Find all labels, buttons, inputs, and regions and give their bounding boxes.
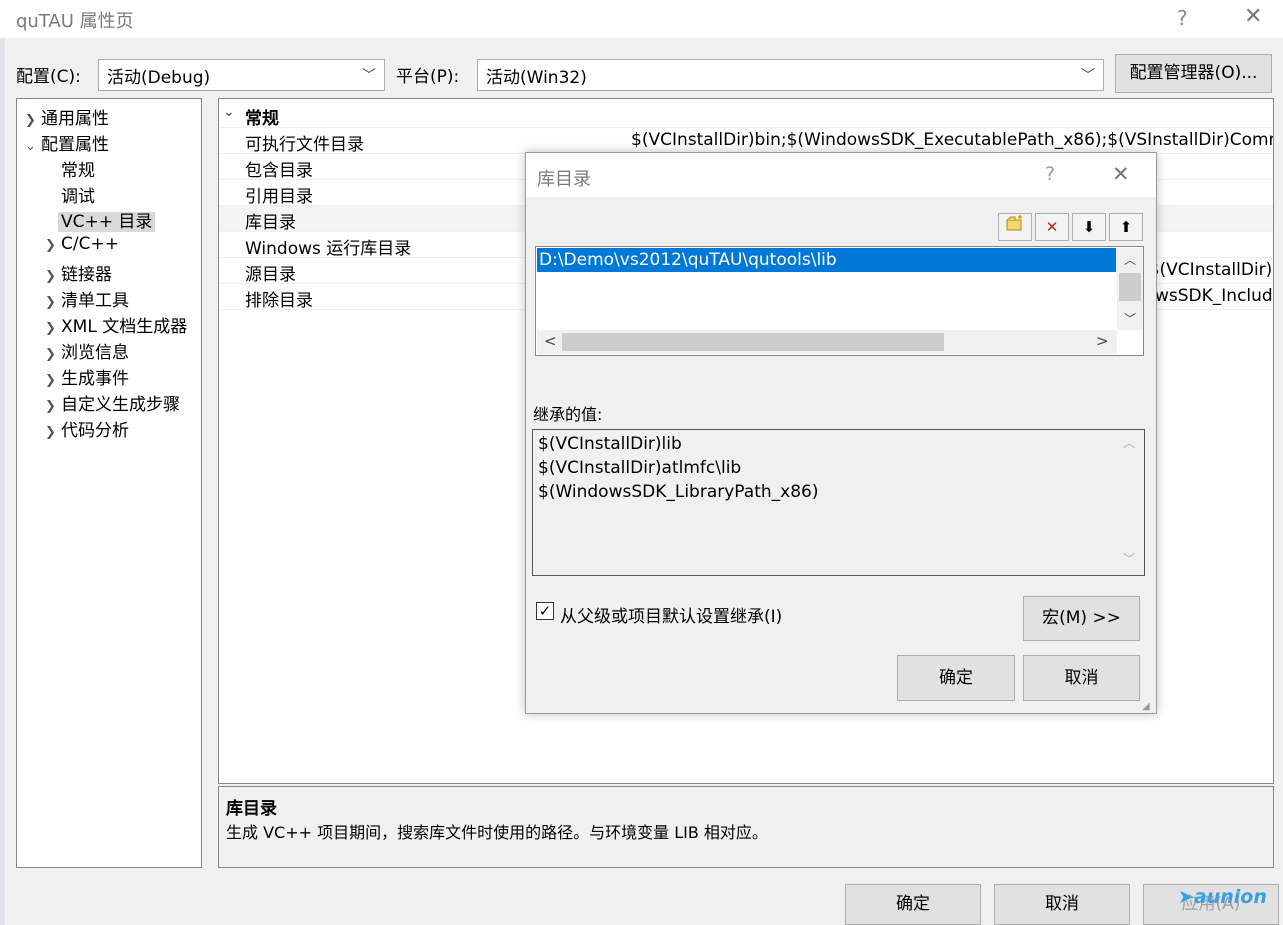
paper-plane-icon: ➤ [1178, 886, 1194, 908]
new-folder-icon [1006, 215, 1022, 231]
prop-reference-dirs[interactable]: 引用目录 [245, 182, 313, 207]
inherited-value: $(WindowsSDK_LibraryPath_x86) [538, 482, 819, 502]
tree-item-c-cpp[interactable]: ❯ C/C++ [45, 234, 119, 254]
scrollbar-thumb[interactable] [1119, 273, 1141, 301]
cancel-button[interactable]: 取消 [994, 884, 1130, 925]
prop-executable-dirs[interactable]: 可执行文件目录 [245, 130, 364, 155]
chevron-down-icon: ⌄ [223, 104, 235, 120]
inherited-label: 继承的值: [533, 405, 603, 424]
vertical-scrollbar[interactable]: ︿ ﹀ [1117, 248, 1143, 330]
arrow-up-icon: ⬆ [1119, 218, 1133, 236]
tree-item-general[interactable]: 常规 [61, 156, 95, 181]
delete-icon: ✕ [1045, 218, 1059, 236]
inherit-checkbox[interactable]: ✓ [536, 602, 554, 620]
chevron-right-icon: ❯ [45, 425, 56, 440]
description-title: 库目录 [226, 799, 277, 819]
delete-button[interactable]: ✕ [1035, 213, 1069, 241]
platform-select[interactable]: 活动(Win32) ﹀ [477, 59, 1104, 91]
dialog-title-bar [526, 153, 1156, 197]
directory-list[interactable]: D:\Demo\vs2012\quTAU\qutools\lib ︿ ﹀ < > [535, 246, 1144, 356]
description-text: 生成 VC++ 项目期间，搜索库文件时使用的路径。与环境变量 LIB 相对应。 [226, 823, 768, 842]
scrollbar-thumb[interactable] [562, 333, 944, 351]
ok-button[interactable]: 确定 [845, 884, 981, 925]
chevron-right-icon: ❯ [45, 295, 56, 310]
horizontal-scrollbar[interactable]: < > [537, 330, 1117, 354]
chevron-right-icon: ❯ [45, 399, 56, 414]
macro-button[interactable]: 宏(M) >> [1023, 596, 1140, 641]
move-down-button[interactable]: ⬇ [1072, 213, 1106, 241]
tree-item-manifest-tool[interactable]: ❯ 清单工具 [45, 286, 129, 311]
category-tree[interactable]: ❯ 通用属性 ⌄ 配置属性 常规 调试 VC++ 目录 ❯ C/C++ ❯ 链接器 ❯ 清… [16, 98, 202, 868]
tree-item-config-props[interactable]: ⌄ 配置属性 [25, 130, 109, 155]
dialog-cancel-button[interactable]: 取消 [1023, 655, 1140, 701]
arrow-down-icon: ⬇ [1082, 218, 1096, 236]
library-dirs-dialog: 库目录 ? ✕ ✕ ⬇ ⬆ D:\Demo\vs2012\quTAU\qutoo… [525, 152, 1157, 714]
inherited-value: $(VCInstallDir)atlmfc\lib [538, 458, 742, 478]
new-line-button[interactable] [998, 213, 1032, 241]
divider [219, 127, 1273, 128]
platform-label: 平台(P): [396, 67, 460, 87]
chevron-left-icon[interactable]: < [544, 332, 557, 350]
tree-item-debugging[interactable]: 调试 [61, 182, 95, 207]
platform-select-value: 活动(Win32) [486, 68, 587, 88]
dialog-title: 库目录 [537, 169, 591, 190]
section-header: 常规 [245, 109, 279, 129]
tree-item-linker[interactable]: ❯ 链接器 [45, 260, 112, 285]
chevron-down-icon: ⌄ [25, 139, 36, 154]
prop-source-dirs[interactable]: 源目录 [245, 260, 296, 285]
config-select[interactable]: 活动(Debug) ﹀ [98, 59, 385, 91]
dialog-ok-button[interactable]: 确定 [897, 655, 1015, 701]
tree-item-vc-directories[interactable]: VC++ 目录 [58, 207, 156, 232]
inherited-values-box: $(VCInstallDir)lib $(VCInstallDir)atlmfc… [532, 429, 1145, 576]
chevron-right-icon: ❯ [25, 113, 36, 128]
close-button[interactable]: ✕ [1244, 4, 1262, 29]
chevron-down-icon[interactable]: ﹀ [1124, 310, 1136, 327]
background-strip [0, 38, 5, 925]
description-pane: 库目录 生成 VC++ 项目期间，搜索库文件时使用的路径。与环境变量 LIB 相… [218, 786, 1274, 868]
tree-item-general-props[interactable]: ❯ 通用属性 [25, 104, 109, 129]
dialog-help-button[interactable]: ? [1045, 163, 1055, 185]
chevron-right-icon: ❯ [45, 269, 56, 284]
chevron-right-icon: ❯ [45, 321, 56, 336]
move-up-button[interactable]: ⬆ [1109, 213, 1143, 241]
title-bar [0, 0, 1283, 38]
resize-grip-icon[interactable]: ◢ [1142, 701, 1150, 712]
chevron-right-icon: ❯ [45, 238, 56, 253]
prop-exclude-dirs[interactable]: 排除目录 [245, 286, 313, 311]
window-title: quTAU 属性页 [16, 11, 134, 32]
config-select-value: 活动(Debug) [107, 68, 211, 88]
config-label: 配置(C): [16, 67, 81, 87]
inherited-value: $(VCInstallDir)lib [538, 434, 682, 454]
chevron-down-icon: ﹀ [362, 68, 376, 84]
dialog-close-button[interactable]: ✕ [1112, 162, 1130, 186]
inherit-checkbox-label[interactable]: 从父级或项目默认设置继承(I) [560, 602, 782, 627]
prop-winrt-dirs[interactable]: Windows 运行库目录 [245, 234, 411, 259]
watermark-logo: ➤aunion [1178, 886, 1267, 908]
chevron-up-icon[interactable]: ︿ [1124, 251, 1136, 268]
chevron-right-icon: ❯ [45, 347, 56, 362]
prop-executable-dirs-value[interactable]: $(VCInstallDir)bin;$(WindowsSDK_Executab… [631, 130, 1273, 150]
chevron-up-icon: ︿ [1123, 436, 1136, 450]
tree-item-custom-build[interactable]: ❯ 自定义生成步骤 [45, 390, 180, 415]
prop-exclude-dirs-value[interactable]: wsSDK_Include [1155, 286, 1273, 306]
config-manager-button[interactable]: 配置管理器(O)... [1115, 54, 1272, 93]
prop-library-dirs[interactable]: 库目录 [245, 208, 296, 233]
chevron-right-icon: ❯ [45, 373, 56, 388]
tree-item-browse-info[interactable]: ❯ 浏览信息 [45, 338, 129, 363]
chevron-right-icon[interactable]: > [1096, 332, 1109, 350]
tree-item-code-analysis[interactable]: ❯ 代码分析 [45, 416, 129, 441]
tree-item-xml-doc[interactable]: ❯ XML 文档生成器 [45, 312, 187, 337]
chevron-down-icon: ﹀ [1081, 68, 1095, 84]
tree-item-build-events[interactable]: ❯ 生成事件 [45, 364, 129, 389]
list-item-selected[interactable]: D:\Demo\vs2012\quTAU\qutools\lib [537, 248, 1116, 272]
prop-source-dirs-value[interactable]: ;$(VCInstallDir) [1143, 260, 1272, 280]
help-button[interactable]: ? [1177, 6, 1188, 30]
prop-include-dirs[interactable]: 包含目录 [245, 156, 313, 181]
chevron-down-icon: ﹀ [1123, 552, 1136, 566]
